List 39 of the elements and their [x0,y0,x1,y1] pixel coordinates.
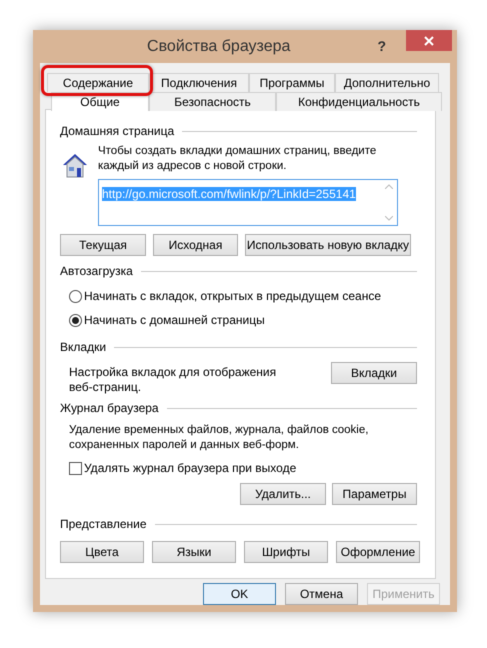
help-button[interactable]: ? [377,36,386,57]
section-title: Автозагрузка [60,263,133,280]
close-icon [424,36,434,46]
close-button[interactable] [406,30,452,51]
tab[interactable]: Содержание [47,73,149,92]
section-title: Домашняя страница [60,123,174,140]
scroll-down-icon [384,216,392,221]
radio-label: Начинать с вкладок, открытых в предыдущем сеансе [84,288,381,305]
dialog-button[interactable]: Цвета [60,541,144,563]
description-text: Настройка вкладок для отображения веб-страниц. [68,365,278,395]
tab[interactable]: Конфиденциальность [276,92,442,111]
dialog-button[interactable]: Шрифты [244,541,328,563]
dialog-button[interactable]: Языки [152,541,236,563]
section-title: Журнал браузера [60,400,159,417]
tab[interactable]: Дополнительно [335,73,439,92]
dialog-button[interactable]: Вкладки [331,362,417,384]
radio-label: Начинать с домашней страницы [84,312,265,329]
dialog-button[interactable]: Отмена [285,583,358,605]
radio-button[interactable] [69,290,82,302]
description-text: Удаление временных файлов, журнала, файлов cookie, сохраненных паролей и данных веб-форм. [68,423,370,453]
dialog-button[interactable]: OK [203,583,276,605]
dialog-button[interactable]: Исходная [153,234,238,256]
radio-button[interactable] [69,314,82,326]
checkbox[interactable] [69,462,82,474]
dialog-button[interactable]: Параметры [332,483,417,505]
section-title: Вкладки [60,339,106,356]
tab[interactable]: Программы [249,73,335,92]
dialog-button[interactable]: Удалить... [240,483,326,505]
url-text: http://go.microsoft.com/fwlink/p/?LinkId=255141 [102,187,356,201]
section-title: Представление [60,516,147,533]
dialog-button[interactable]: Текущая [60,234,146,256]
scroll-up-icon [384,184,392,189]
dialog-button[interactable]: Оформление [336,541,420,563]
tab[interactable]: Безопасность [149,92,276,111]
window-title: Свойства браузера [146,36,292,56]
tab[interactable]: Подключения [149,73,249,92]
dialog-button[interactable]: Использовать новую вкладку [245,234,411,256]
checkbox-label: Удалять журнал браузера при выходе [84,460,296,477]
description-text: Чтобы создать вкладки домашних страниц, введите каждый из адресов с новой строки. [98,144,378,174]
